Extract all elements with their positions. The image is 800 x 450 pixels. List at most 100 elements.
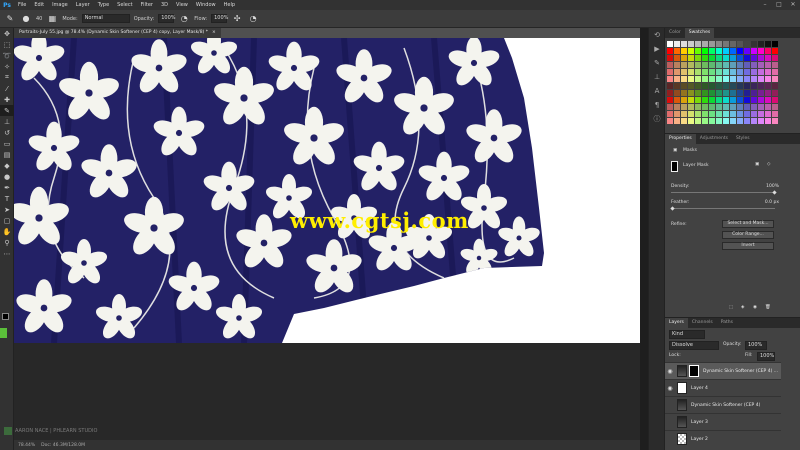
color-swatch[interactable] xyxy=(667,76,673,82)
color-swatch[interactable] xyxy=(716,55,722,61)
color-swatch[interactable] xyxy=(751,83,757,89)
close-window-button[interactable]: ✕ xyxy=(786,0,800,10)
color-swatch[interactable] xyxy=(744,76,750,82)
color-swatch[interactable] xyxy=(674,41,680,47)
shape-tool-icon[interactable]: ▢ xyxy=(0,215,14,226)
color-swatch[interactable] xyxy=(772,104,778,110)
dodge-tool-icon[interactable]: ● xyxy=(0,171,14,182)
color-swatch[interactable] xyxy=(751,41,757,47)
color-swatch[interactable] xyxy=(674,111,680,117)
color-swatch[interactable] xyxy=(695,55,701,61)
blend-mode-select[interactable]: Dissolve xyxy=(669,341,719,350)
zoom-tool-icon[interactable]: ⚲ xyxy=(0,237,14,248)
color-swatch[interactable] xyxy=(723,90,729,96)
color-swatch[interactable] xyxy=(744,90,750,96)
maximize-button[interactable]: □ xyxy=(772,0,786,10)
color-swatch[interactable] xyxy=(709,62,715,68)
color-swatch[interactable] xyxy=(751,104,757,110)
pressure-opacity-icon[interactable]: ◔ xyxy=(178,14,190,23)
color-swatch[interactable] xyxy=(772,97,778,103)
filter-kind-select[interactable]: Kind xyxy=(669,330,705,339)
color-swatch[interactable] xyxy=(730,76,736,82)
color-swatch[interactable] xyxy=(772,76,778,82)
color-swatch[interactable] xyxy=(709,111,715,117)
tab-swatches[interactable]: Swatches xyxy=(684,28,715,38)
color-swatch[interactable] xyxy=(716,69,722,75)
color-swatch[interactable] xyxy=(730,48,736,54)
color-swatch[interactable] xyxy=(702,83,708,89)
pressure-size-icon[interactable]: ◔ xyxy=(247,14,259,23)
color-swatch[interactable] xyxy=(737,97,743,103)
color-swatch[interactable] xyxy=(737,69,743,75)
color-swatch[interactable] xyxy=(758,62,764,68)
color-swatch[interactable] xyxy=(765,76,771,82)
load-selection-icon[interactable]: ⬚ xyxy=(729,305,733,310)
zoom-level[interactable]: 78.44% xyxy=(18,443,35,448)
color-swatch[interactable] xyxy=(730,62,736,68)
color-swatch[interactable] xyxy=(744,111,750,117)
color-swatch[interactable] xyxy=(772,90,778,96)
color-swatch[interactable] xyxy=(688,90,694,96)
color-swatch[interactable] xyxy=(737,48,743,54)
color-swatch[interactable] xyxy=(737,76,743,82)
color-swatch[interactable] xyxy=(702,90,708,96)
color-swatch[interactable] xyxy=(716,83,722,89)
color-swatch[interactable] xyxy=(723,41,729,47)
color-swatch[interactable] xyxy=(709,55,715,61)
type-tool-icon[interactable]: T xyxy=(0,193,14,204)
tab-channels[interactable]: Channels xyxy=(688,318,717,328)
color-swatch[interactable] xyxy=(681,69,687,75)
color-swatch[interactable] xyxy=(765,111,771,117)
menu-select[interactable]: Select xyxy=(113,0,136,10)
color-swatch[interactable] xyxy=(730,41,736,47)
color-swatch[interactable] xyxy=(702,97,708,103)
color-swatch[interactable] xyxy=(702,111,708,117)
healing-tool-icon[interactable]: ✚ xyxy=(0,94,14,105)
color-swatch[interactable] xyxy=(674,90,680,96)
color-swatch[interactable] xyxy=(758,69,764,75)
color-swatch[interactable] xyxy=(688,62,694,68)
color-swatch[interactable] xyxy=(765,48,771,54)
visibility-eye-icon[interactable]: ◉ xyxy=(665,385,675,392)
color-swatch[interactable] xyxy=(772,69,778,75)
color-swatch[interactable] xyxy=(765,104,771,110)
invert-button[interactable]: Invert xyxy=(722,242,774,250)
color-swatch[interactable] xyxy=(751,69,757,75)
tab-color[interactable]: Color xyxy=(665,28,685,38)
color-swatch[interactable] xyxy=(744,104,750,110)
tab-layers[interactable]: Layers xyxy=(665,318,688,328)
more-tools-icon[interactable]: ⋯ xyxy=(0,248,14,259)
color-swatch[interactable] xyxy=(730,55,736,61)
color-swatch[interactable] xyxy=(695,41,701,47)
color-swatch[interactable] xyxy=(716,48,722,54)
apply-mask-icon[interactable]: ◈ xyxy=(741,305,744,310)
color-swatch[interactable] xyxy=(667,48,673,54)
color-swatch[interactable] xyxy=(681,118,687,124)
color-swatch[interactable] xyxy=(765,55,771,61)
color-swatch[interactable] xyxy=(765,69,771,75)
color-swatch[interactable] xyxy=(695,104,701,110)
color-swatch[interactable] xyxy=(667,41,673,47)
color-swatch[interactable] xyxy=(751,48,757,54)
move-tool-icon[interactable]: ✥ xyxy=(0,28,14,39)
color-swatch[interactable] xyxy=(667,69,673,75)
color-swatch[interactable] xyxy=(702,55,708,61)
history-panel-icon[interactable]: ⟲ xyxy=(649,28,665,42)
airbrush-icon[interactable]: ✣ xyxy=(231,14,243,23)
swatch-grid[interactable] xyxy=(667,41,778,124)
quick-mask-icon[interactable] xyxy=(0,328,7,338)
color-swatch[interactable] xyxy=(744,41,750,47)
color-swatch[interactable] xyxy=(765,97,771,103)
color-swatch[interactable] xyxy=(723,76,729,82)
color-swatch[interactable] xyxy=(772,111,778,117)
color-swatch[interactable] xyxy=(716,97,722,103)
feather-slider[interactable] xyxy=(671,208,775,209)
color-swatch[interactable] xyxy=(730,97,736,103)
color-swatch[interactable] xyxy=(667,111,673,117)
color-swatch[interactable] xyxy=(681,111,687,117)
lasso-tool-icon[interactable]: ➰ xyxy=(0,50,14,61)
clone-stamp-tool-icon[interactable]: ⊥ xyxy=(0,116,14,127)
color-swatch[interactable] xyxy=(723,55,729,61)
canvas[interactable] xyxy=(14,38,640,343)
color-swatch[interactable] xyxy=(751,62,757,68)
